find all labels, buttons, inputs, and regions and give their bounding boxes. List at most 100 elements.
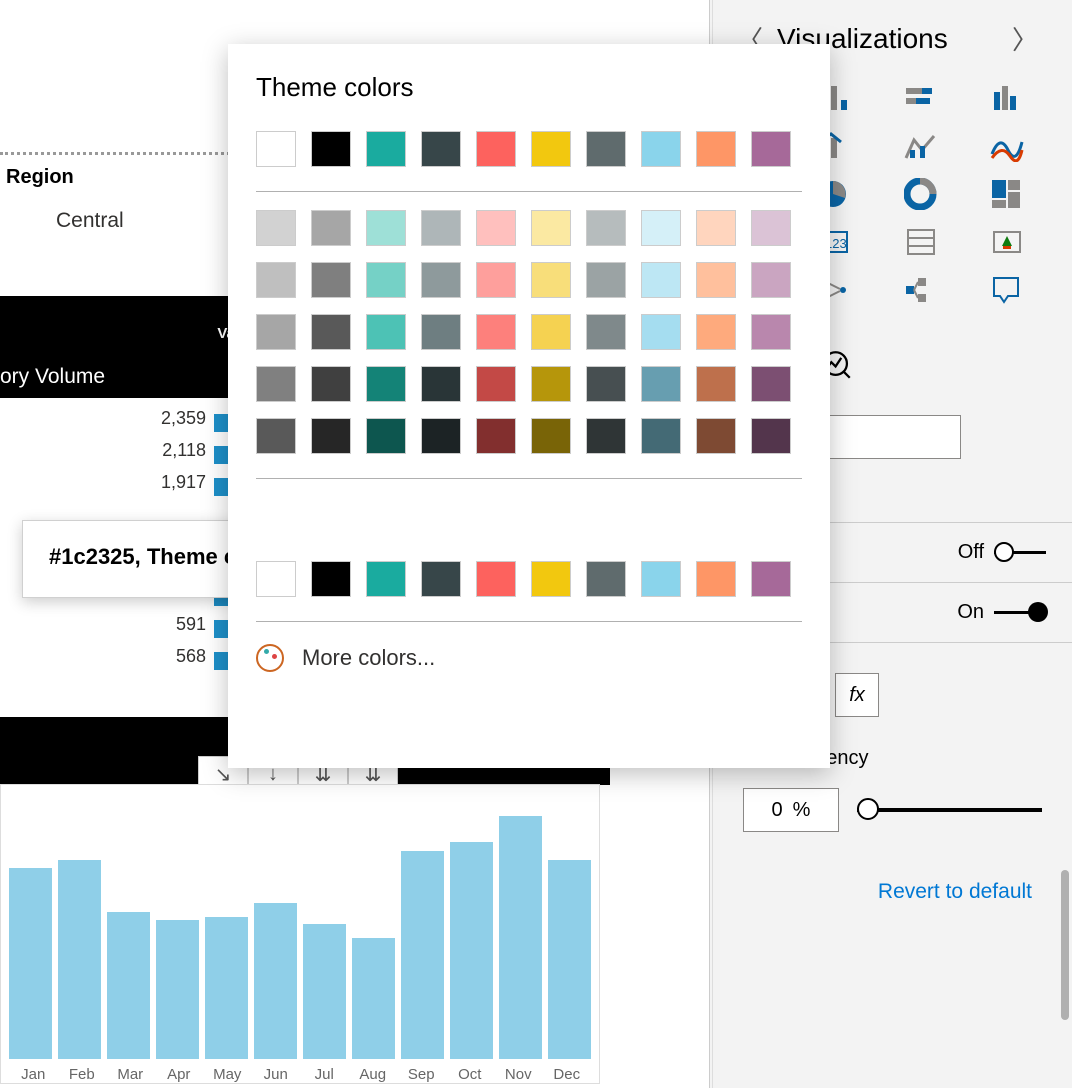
color-swatch[interactable] xyxy=(531,131,571,167)
color-swatch[interactable] xyxy=(641,314,681,350)
color-swatch[interactable] xyxy=(696,210,736,246)
color-swatch[interactable] xyxy=(421,418,461,454)
color-swatch[interactable] xyxy=(696,366,736,402)
bar[interactable] xyxy=(254,903,297,1059)
color-swatch[interactable] xyxy=(586,262,626,298)
color-swatch[interactable] xyxy=(751,561,791,597)
color-swatch[interactable] xyxy=(696,314,736,350)
viz-type-icon[interactable] xyxy=(903,225,939,259)
bar[interactable] xyxy=(450,842,493,1059)
color-swatch[interactable] xyxy=(586,366,626,402)
property-2-toggle[interactable] xyxy=(994,602,1050,624)
property-1-toggle[interactable] xyxy=(994,542,1050,564)
viz-type-icon[interactable] xyxy=(903,177,939,211)
color-swatch[interactable] xyxy=(311,131,351,167)
bar[interactable] xyxy=(499,816,542,1059)
color-swatch[interactable] xyxy=(751,262,791,298)
color-swatch[interactable] xyxy=(366,262,406,298)
color-swatch[interactable] xyxy=(751,210,791,246)
viz-type-icon[interactable] xyxy=(903,81,939,115)
color-swatch[interactable] xyxy=(531,262,571,298)
color-swatch[interactable] xyxy=(641,262,681,298)
color-swatch[interactable] xyxy=(476,561,516,597)
color-swatch[interactable] xyxy=(586,131,626,167)
color-swatch[interactable] xyxy=(256,314,296,350)
viz-type-icon[interactable] xyxy=(903,273,939,307)
color-swatch[interactable] xyxy=(641,561,681,597)
color-swatch[interactable] xyxy=(256,561,296,597)
color-swatch[interactable] xyxy=(421,131,461,167)
bar[interactable] xyxy=(156,920,199,1059)
color-swatch[interactable] xyxy=(311,561,351,597)
color-swatch[interactable] xyxy=(531,314,571,350)
color-swatch[interactable] xyxy=(421,262,461,298)
color-swatch[interactable] xyxy=(641,131,681,167)
color-swatch[interactable] xyxy=(586,210,626,246)
color-swatch[interactable] xyxy=(256,262,296,298)
more-colors-button[interactable]: More colors... xyxy=(256,644,802,672)
color-swatch[interactable] xyxy=(366,210,406,246)
bar[interactable] xyxy=(205,917,248,1059)
color-swatch[interactable] xyxy=(256,366,296,402)
color-swatch[interactable] xyxy=(311,262,351,298)
color-swatch[interactable] xyxy=(531,418,571,454)
color-swatch[interactable] xyxy=(476,210,516,246)
bar[interactable] xyxy=(107,912,150,1059)
color-swatch[interactable] xyxy=(476,366,516,402)
color-swatch[interactable] xyxy=(641,366,681,402)
color-swatch[interactable] xyxy=(751,366,791,402)
color-swatch[interactable] xyxy=(641,418,681,454)
color-swatch[interactable] xyxy=(751,131,791,167)
color-swatch[interactable] xyxy=(421,314,461,350)
color-swatch[interactable] xyxy=(311,366,351,402)
bar[interactable] xyxy=(548,860,591,1059)
transparency-input[interactable]: 0 % xyxy=(743,788,839,832)
color-swatch[interactable] xyxy=(366,131,406,167)
viz-type-icon[interactable] xyxy=(989,129,1025,163)
color-swatch[interactable] xyxy=(531,210,571,246)
color-swatch[interactable] xyxy=(256,210,296,246)
viz-type-icon[interactable] xyxy=(903,129,939,163)
color-swatch[interactable] xyxy=(421,561,461,597)
viz-type-icon[interactable] xyxy=(989,225,1025,259)
scrollbar[interactable] xyxy=(1061,870,1069,1020)
color-swatch[interactable] xyxy=(586,314,626,350)
color-swatch[interactable] xyxy=(641,210,681,246)
bar[interactable] xyxy=(352,938,395,1059)
color-swatch[interactable] xyxy=(311,314,351,350)
transparency-slider[interactable] xyxy=(857,808,1042,812)
fx-button[interactable]: fx xyxy=(835,673,879,717)
color-swatch[interactable] xyxy=(421,366,461,402)
bar-chart[interactable]: JanFebMarAprMayJunJulAugSepOctNovDec xyxy=(0,784,600,1084)
color-swatch[interactable] xyxy=(476,314,516,350)
color-swatch[interactable] xyxy=(476,418,516,454)
color-swatch[interactable] xyxy=(586,418,626,454)
color-swatch[interactable] xyxy=(531,366,571,402)
color-swatch[interactable] xyxy=(311,418,351,454)
color-swatch[interactable] xyxy=(256,418,296,454)
revert-to-default-link[interactable]: Revert to default xyxy=(713,850,1072,934)
viz-type-icon[interactable] xyxy=(989,177,1025,211)
color-swatch[interactable] xyxy=(366,418,406,454)
color-swatch[interactable] xyxy=(366,366,406,402)
bar[interactable] xyxy=(9,868,52,1059)
color-swatch[interactable] xyxy=(256,131,296,167)
bar[interactable] xyxy=(58,860,101,1059)
color-swatch[interactable] xyxy=(696,262,736,298)
color-swatch[interactable] xyxy=(476,262,516,298)
color-swatch[interactable] xyxy=(696,131,736,167)
color-swatch[interactable] xyxy=(751,314,791,350)
color-swatch[interactable] xyxy=(476,131,516,167)
bar[interactable] xyxy=(303,924,346,1059)
viz-type-icon[interactable] xyxy=(989,273,1025,307)
color-swatch[interactable] xyxy=(696,561,736,597)
chevron-right-icon[interactable]: 〉 xyxy=(998,20,1052,57)
color-swatch[interactable] xyxy=(366,561,406,597)
viz-type-icon[interactable] xyxy=(989,81,1025,115)
bar[interactable] xyxy=(401,851,444,1059)
color-swatch[interactable] xyxy=(366,314,406,350)
color-swatch[interactable] xyxy=(751,418,791,454)
color-swatch[interactable] xyxy=(696,418,736,454)
color-swatch[interactable] xyxy=(311,210,351,246)
slicer-value[interactable]: Central xyxy=(56,209,124,233)
